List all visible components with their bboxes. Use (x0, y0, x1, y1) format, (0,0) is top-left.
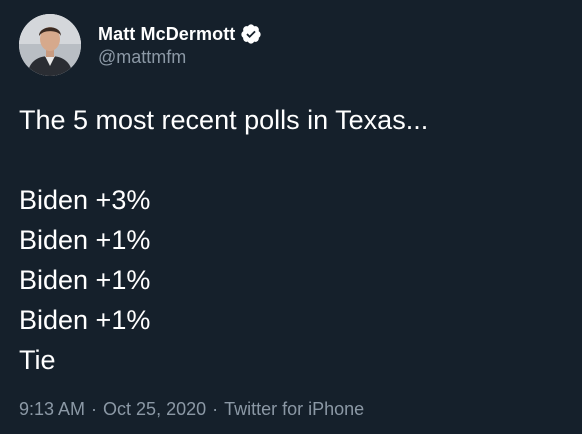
meta-separator: · (91, 399, 98, 419)
tweet-date[interactable]: Oct 25, 2020 (103, 399, 206, 419)
verified-badge-icon (240, 23, 262, 45)
poll-line: Biden +3% (19, 185, 151, 215)
tweet-header: Matt McDermott @mattmfm (19, 13, 262, 77)
display-name[interactable]: Matt McDermott (98, 24, 235, 45)
name-row: Matt McDermott (98, 22, 262, 46)
poll-line: Biden +1% (19, 225, 151, 255)
tweet-source[interactable]: Twitter for iPhone (224, 399, 364, 419)
tweet-card: Matt McDermott @mattmfm The 5 most recen… (0, 0, 582, 434)
poll-line: Biden +1% (19, 305, 151, 335)
tweet-meta: 9:13 AM · Oct 25, 2020 · Twitter for iPhone (19, 399, 364, 420)
author-names: Matt McDermott @mattmfm (98, 22, 262, 68)
poll-line: Tie (19, 345, 56, 375)
meta-separator: · (212, 399, 219, 419)
poll-line: Biden +1% (19, 265, 151, 295)
tweet-intro: The 5 most recent polls in Texas... (19, 105, 429, 135)
tweet-time[interactable]: 9:13 AM (19, 399, 85, 419)
avatar-image (19, 14, 81, 76)
avatar[interactable] (19, 14, 81, 76)
author-handle[interactable]: @mattmfm (98, 47, 262, 68)
tweet-body: The 5 most recent polls in Texas... Bide… (19, 100, 564, 380)
